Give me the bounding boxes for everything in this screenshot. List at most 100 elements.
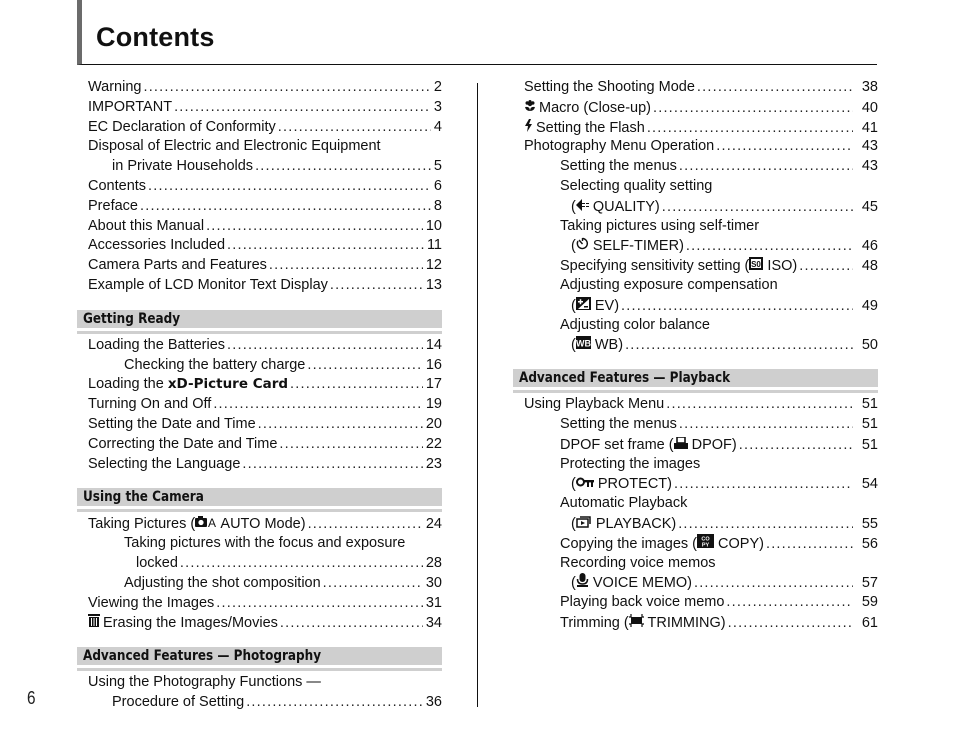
page-ref: 10 (425, 217, 442, 234)
page-ref: 43 (861, 138, 878, 155)
toc-entry-voice-memos[interactable]: Recording voice memos (513, 554, 878, 574)
toc-entry-disposal[interactable]: Disposal of Electric and Electronic Equi… (77, 137, 442, 157)
xd-picture-card-label: xD-Picture Card (167, 376, 289, 393)
toc-entry-shooting-mode[interactable]: Setting the Shooting Mode38 (513, 78, 878, 98)
svg-text:CO: CO (701, 536, 710, 542)
toc-entry-sensitivity[interactable]: Specifying sensitivity setting (S0 ISO)4… (513, 256, 878, 276)
toc-entry-ec-declaration[interactable]: EC Declaration of Conformity4 (77, 118, 442, 138)
toc-entry-macro[interactable]: Macro (Close-up)40 (513, 98, 878, 118)
page-ref: 20 (425, 415, 442, 432)
page-ref: 59 (861, 594, 878, 611)
toc-entry-protecting-cont[interactable]: ( PROTECT)54 (513, 474, 878, 494)
toc-entry-quality-setting[interactable]: Selecting quality setting (513, 177, 878, 197)
quality-icon (575, 197, 589, 217)
toc-entry-copying[interactable]: Copying the images (COPY COPY)56 (513, 533, 878, 554)
toc-entry-playback-setting-menus[interactable]: Setting the menus51 (513, 415, 878, 435)
toc-entry-color-balance[interactable]: Adjusting color balance (513, 316, 878, 336)
ev-icon (575, 296, 591, 316)
toc-entry-photography-functions[interactable]: Using the Photography Functions — (77, 673, 442, 693)
toc-entry-self-timer[interactable]: Taking pictures using self-timer (513, 217, 878, 237)
toc-entry-erasing-images[interactable]: Erasing the Images/Movies34 (77, 613, 442, 633)
flash-icon (524, 118, 533, 138)
page-ref: 5 (433, 158, 442, 175)
toc-entry-disposal-cont[interactable]: in Private Households5 (77, 157, 442, 177)
page-ref: 11 (426, 237, 442, 254)
page-ref: 55 (861, 515, 878, 532)
page-ref: 57 (861, 575, 878, 592)
toc-entry-procedure-setting[interactable]: Procedure of Setting36 (77, 693, 442, 713)
toc-entry-dpof[interactable]: DPOF set frame ( DPOF)51 (513, 435, 878, 455)
toc-entry-flash[interactable]: Setting the Flash41 (513, 118, 878, 138)
print-icon (673, 435, 688, 455)
page-ref: 6 (433, 177, 442, 194)
toc-entry-exposure-comp[interactable]: Adjusting exposure compensation (513, 276, 878, 296)
page-title: Contents (96, 22, 215, 52)
camera-auto-icon: A (195, 514, 217, 534)
toc-entry-quality-setting-cont[interactable]: ( QUALITY)45 (513, 197, 878, 217)
trimming-icon (628, 613, 644, 633)
svg-text:A: A (208, 516, 216, 528)
toc-entry-accessories[interactable]: Accessories Included11 (77, 236, 442, 256)
toc-entry-exposure-comp-cont[interactable]: ( EV)49 (513, 296, 878, 316)
toc-entry-preface[interactable]: Preface8 (77, 197, 442, 217)
page-ref: 34 (425, 615, 442, 632)
toc-entry-protecting[interactable]: Protecting the images (513, 455, 878, 475)
page-ref: 8 (433, 197, 442, 214)
key-icon (575, 474, 594, 494)
toc-entry-focus-locked[interactable]: Taking pictures with the focus and expos… (77, 534, 442, 554)
page-ref: 56 (861, 535, 878, 552)
page-ref: 54 (861, 476, 878, 493)
toc-entry-selecting-language[interactable]: Selecting the Language23 (77, 455, 442, 475)
toc-entry-correcting-date-time[interactable]: Correcting the Date and Time22 (77, 435, 442, 455)
playback-icon (576, 514, 592, 534)
toc-entry-camera-parts[interactable]: Camera Parts and Features12 (77, 256, 442, 276)
toc-entry-warning[interactable]: Warning2 (77, 78, 442, 98)
page-ref: 49 (861, 297, 878, 314)
page-ref: 50 (861, 337, 878, 354)
toc-entry-focus-locked-cont[interactable]: locked28 (77, 554, 442, 574)
page-ref: 14 (425, 336, 442, 353)
section-heading-using-camera[interactable]: Using the Camera (77, 488, 442, 510)
toc-entry-viewing-images[interactable]: Viewing the Images31 (77, 594, 442, 614)
toc-entry-setting-menus[interactable]: Setting the menus43 (513, 157, 878, 177)
toc-entry-shot-composition[interactable]: Adjusting the shot composition30 (77, 574, 442, 594)
toc-right-column: Setting the Shooting Mode38 Macro (Close… (513, 78, 878, 633)
toc-entry-auto-playback-cont[interactable]: ( PLAYBACK)55 (513, 514, 878, 534)
page-title-bar: Contents (77, 0, 877, 65)
page-ref: 46 (861, 238, 878, 255)
page-ref: 2 (433, 79, 442, 95)
page-ref: 51 (861, 436, 878, 453)
page-ref: 30 (425, 574, 442, 591)
toc-entry-contents[interactable]: Contents6 (77, 177, 442, 197)
toc-entry-about-manual[interactable]: About this Manual10 (77, 217, 442, 237)
svg-text:S0: S0 (751, 260, 761, 269)
toc-entry-voice-memos-cont[interactable]: ( VOICE MEMO)57 (513, 573, 878, 593)
toc-entry-battery-charge[interactable]: Checking the battery charge16 (77, 356, 442, 376)
toc-entry-auto-playback[interactable]: Automatic Playback (513, 494, 878, 514)
page-ref: 36 (425, 693, 442, 710)
toc-entry-lcd-example[interactable]: Example of LCD Monitor Text Display13 (77, 276, 442, 296)
toc-entry-playback-menu[interactable]: Using Playback Menu51 (513, 395, 878, 415)
toc-entry-self-timer-cont[interactable]: ( SELF-TIMER)46 (513, 236, 878, 256)
section-heading-getting-ready[interactable]: Getting Ready (77, 309, 442, 331)
toc-entry-photo-menu-operation[interactable]: Photography Menu Operation43 (513, 137, 878, 157)
toc-entry-setting-date-time[interactable]: Setting the Date and Time20 (77, 415, 442, 435)
macro-icon (524, 98, 536, 118)
section-heading-adv-photography[interactable]: Advanced Features — Photography (77, 647, 442, 669)
toc-entry-turning-on-off[interactable]: Turning On and Off19 (77, 395, 442, 415)
toc-entry-taking-pictures[interactable]: Taking Pictures (A AUTO Mode)24 (77, 514, 442, 534)
page-ref: 17 (425, 376, 442, 393)
page-ref: 31 (425, 594, 442, 611)
toc-entry-loading-batteries[interactable]: Loading the Batteries14 (77, 336, 442, 356)
toc-entry-loading-card[interactable]: Loading the xD-Picture Card17 (77, 375, 442, 395)
self-timer-icon (576, 236, 589, 256)
copy-icon: CO PY (697, 533, 715, 554)
toc-entry-trimming[interactable]: Trimming ( TRIMMING)61 (513, 613, 878, 633)
toc-entry-important[interactable]: IMPORTANT3 (77, 98, 442, 118)
toc-entry-color-balance-cont[interactable]: (WB WB)50 (513, 335, 878, 355)
section-heading-adv-playback[interactable]: Advanced Features — Playback (513, 369, 878, 391)
page-ref: 13 (425, 276, 442, 293)
page-ref: 19 (425, 396, 442, 413)
toc-entry-playing-voice-memo[interactable]: Playing back voice memo59 (513, 593, 878, 613)
page-ref: 43 (861, 158, 878, 175)
